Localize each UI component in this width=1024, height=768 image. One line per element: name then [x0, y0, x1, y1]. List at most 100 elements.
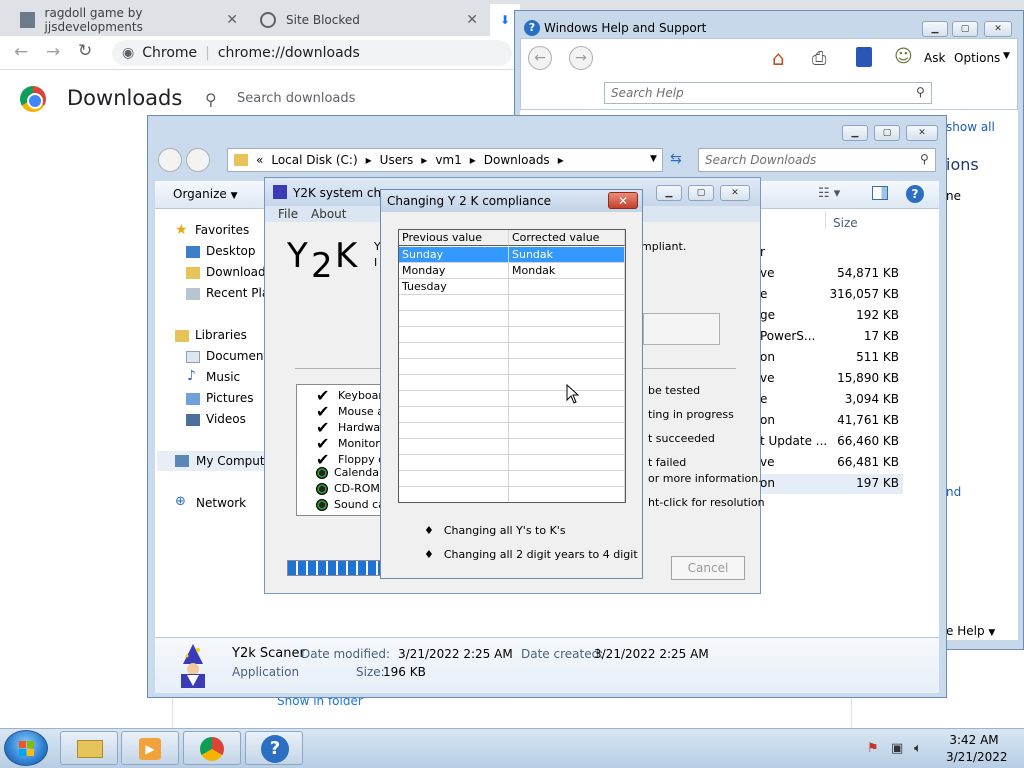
grid-cell-corrected[interactable]: Mondak	[509, 263, 625, 279]
file-row-type[interactable]: ve	[760, 455, 774, 469]
grid-cell-previous[interactable]	[399, 359, 509, 375]
grid-cell-corrected[interactable]	[509, 327, 625, 343]
preview-pane-icon[interactable]	[872, 186, 888, 200]
file-row-size[interactable]: 54,871 KB	[829, 266, 899, 280]
tab-close-icon[interactable]: ✕	[226, 12, 238, 28]
breadcrumb-vm1[interactable]: vm1	[435, 153, 461, 167]
nav-documents[interactable]: Document	[206, 349, 268, 363]
nav-my-computer[interactable]: My Compute	[196, 454, 272, 468]
nav-pictures[interactable]: Pictures	[206, 391, 254, 405]
grid-cell-previous[interactable]	[399, 311, 509, 327]
help-icon[interactable]: ?	[906, 185, 924, 203]
search-icon[interactable]: ⚲	[205, 90, 217, 109]
minimize-button[interactable]: ▁	[656, 185, 682, 201]
taskbar-explorer[interactable]	[60, 731, 118, 765]
nav-libraries[interactable]: Libraries	[195, 328, 247, 342]
grid-cell-previous[interactable]	[399, 295, 509, 311]
taskbar-help[interactable]: ?	[245, 731, 303, 765]
size-column-header[interactable]: Size	[833, 216, 858, 230]
view-options-icon[interactable]: ☷ ▾	[818, 186, 840, 201]
breadcrumb-users[interactable]: Users	[380, 153, 414, 167]
chevron-down-icon[interactable]: ▼	[650, 154, 657, 164]
printer-icon[interactable]: ⎙	[812, 48, 826, 69]
forward-arrow-icon[interactable]: →	[46, 42, 60, 62]
refresh-icon[interactable]: ⇆	[670, 151, 682, 167]
menu-about[interactable]: About	[311, 207, 346, 221]
taskbar-media-player[interactable]: ▶	[121, 731, 179, 765]
file-row-type[interactable]: ve	[760, 266, 774, 280]
grid-cell-corrected[interactable]	[509, 407, 625, 423]
address-bar[interactable]: ◉ Chrome | chrome://downloads	[112, 40, 512, 66]
book-icon[interactable]	[856, 47, 872, 67]
grid-cell-previous[interactable]	[399, 375, 509, 391]
grid-cell-previous[interactable]	[399, 487, 509, 502]
file-row-size[interactable]: 316,057 KB	[829, 287, 899, 301]
back-arrow-icon[interactable]: ←	[14, 42, 28, 62]
dialog-close-button[interactable]: ✕	[608, 192, 638, 209]
file-row-size[interactable]: 66,460 KB	[829, 434, 899, 448]
breadcrumb-local-disk[interactable]: Local Disk (C:)	[271, 153, 357, 167]
file-row-type[interactable]: PowerS...	[760, 329, 815, 343]
grid-cell-previous[interactable]	[399, 407, 509, 423]
file-row-type[interactable]: ve	[760, 371, 774, 385]
close-button[interactable]: ✕	[984, 21, 1012, 37]
grid-cell-corrected[interactable]	[509, 343, 625, 359]
search-help-input[interactable]: Search Help	[604, 82, 932, 104]
file-row-type[interactable]: ge	[760, 308, 775, 322]
y2k-scan-button[interactable]	[643, 313, 720, 345]
grid-cell-previous[interactable]: Tuesday	[399, 279, 509, 295]
search-icon[interactable]: ⚲	[920, 152, 929, 166]
grid-cell-previous[interactable]	[399, 455, 509, 471]
file-row-size[interactable]: 66,481 KB	[829, 455, 899, 469]
file-row-type[interactable]: t Update ...	[760, 434, 827, 448]
close-button[interactable]: ✕	[720, 185, 750, 201]
ask-people-icon[interactable]: ☺	[894, 46, 913, 67]
search-downloads-field[interactable]: Search Downloads	[698, 148, 936, 172]
file-row-size[interactable]: 197 KB	[829, 476, 899, 490]
nav-music[interactable]: Music	[206, 370, 240, 384]
grid-cell-previous[interactable]	[399, 391, 509, 407]
grid-cell-corrected[interactable]	[509, 295, 625, 311]
maximize-button[interactable]: ▢	[688, 185, 714, 201]
help-link[interactable]: nd	[946, 485, 961, 499]
grid-cell-previous[interactable]: Sunday	[399, 247, 509, 263]
file-row-type[interactable]: on	[760, 413, 775, 427]
options-button[interactable]: Options	[954, 51, 1000, 65]
cancel-button[interactable]: Cancel	[671, 556, 745, 580]
file-row-size[interactable]: 15,890 KB	[829, 371, 899, 385]
file-row-size[interactable]: 41,761 KB	[829, 413, 899, 427]
nav-favorites[interactable]: Favorites	[195, 223, 249, 237]
grid-cell-corrected[interactable]	[509, 439, 625, 455]
action-center-icon[interactable]: ⚑	[867, 741, 879, 756]
grid-cell-previous[interactable]	[399, 343, 509, 359]
breadcrumb-back[interactable]: «	[256, 153, 263, 167]
minimize-button[interactable]: ▁	[842, 125, 868, 141]
grid-cell-corrected[interactable]	[509, 487, 625, 502]
ask-button[interactable]: Ask	[924, 51, 945, 65]
explorer-address-bar[interactable]: « Local Disk (C:) ▸ Users ▸ vm1 ▸ Downloads…	[227, 148, 663, 172]
grid-cell-corrected[interactable]	[509, 471, 625, 487]
nav-network[interactable]: Network	[196, 496, 246, 510]
volume-icon[interactable]: 🔈︎	[914, 741, 922, 756]
tab-ragdoll[interactable]: ragdoll game by jjsdevelopments ✕	[10, 4, 248, 36]
show-all-link[interactable]: show all	[946, 120, 995, 134]
start-button[interactable]	[4, 730, 48, 766]
grid-cell-previous[interactable]: Monday	[399, 263, 509, 279]
grid-cell-previous[interactable]	[399, 439, 509, 455]
grid-cell-previous[interactable]	[399, 423, 509, 439]
forward-arrow-icon[interactable]	[186, 148, 210, 172]
search-downloads-input[interactable]: Search downloads	[237, 91, 355, 106]
file-row-size[interactable]: 192 KB	[829, 308, 899, 322]
tab-site-blocked[interactable]: Site Blocked ✕	[250, 4, 488, 36]
grid-cell-corrected[interactable]	[509, 423, 625, 439]
help-menu-button[interactable]: e Help ▼	[946, 624, 995, 638]
nav-videos[interactable]: Videos	[206, 412, 246, 426]
file-row-size[interactable]: 511 KB	[829, 350, 899, 364]
file-row-type[interactable]: on	[760, 350, 775, 364]
grid-cell-corrected[interactable]	[509, 311, 625, 327]
grid-cell-corrected[interactable]	[509, 279, 625, 295]
forward-arrow-icon[interactable]: →	[569, 46, 593, 70]
column-header-previous[interactable]: Previous value	[399, 230, 509, 246]
nav-desktop[interactable]: Desktop	[206, 244, 256, 258]
grid-cell-previous[interactable]	[399, 327, 509, 343]
